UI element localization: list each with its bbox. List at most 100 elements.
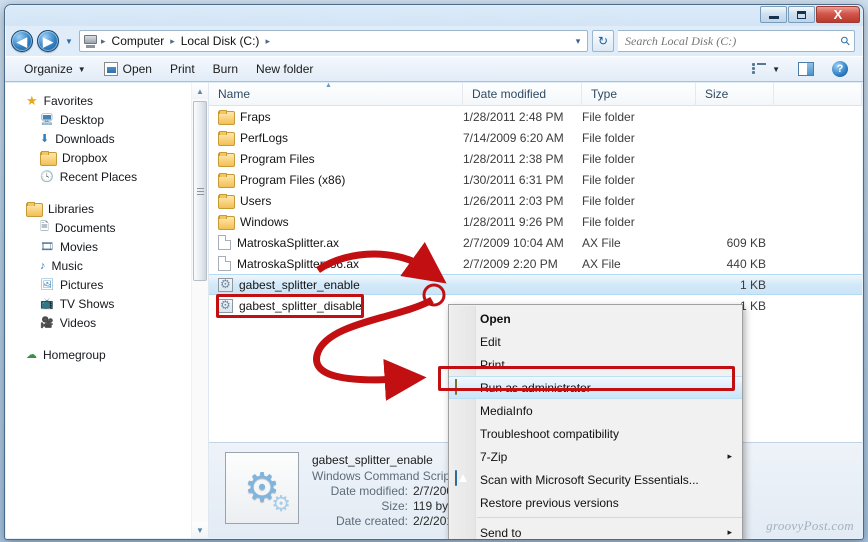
context-menu-label: Run as administrator bbox=[480, 380, 591, 395]
shield-icon bbox=[455, 379, 471, 396]
scroll-up-button[interactable]: ▲ bbox=[192, 83, 208, 99]
cell-name[interactable]: Program Files bbox=[209, 152, 463, 167]
context-menu-label: Open bbox=[480, 311, 511, 326]
context-menu-item-edit[interactable]: Edit bbox=[449, 330, 742, 353]
organize-button[interactable]: Organize ▼ bbox=[15, 58, 95, 80]
burn-button[interactable]: Burn bbox=[204, 58, 247, 80]
table-row[interactable]: PerfLogs 7/14/2009 6:20 AM File folder bbox=[209, 127, 862, 148]
help-button[interactable]: ? bbox=[823, 58, 857, 80]
context-menu-item-restore-previous-versions[interactable]: Restore previous versions bbox=[449, 491, 742, 514]
minimize-button[interactable] bbox=[760, 6, 787, 23]
sidebar-group-libraries[interactable]: Libraries bbox=[6, 199, 191, 218]
new-folder-button[interactable]: New folder bbox=[247, 58, 322, 80]
context-menu-item-open[interactable]: Open bbox=[449, 307, 742, 330]
open-button[interactable]: Open bbox=[95, 58, 161, 80]
sidebar-item-recent-places[interactable]: 🕓 Recent Places bbox=[6, 167, 191, 186]
column-header-date-modified[interactable]: Date modified bbox=[463, 82, 582, 106]
cell-name[interactable]: Users bbox=[209, 193, 463, 209]
view-mode-icon bbox=[752, 62, 767, 76]
sidebar-item-movies[interactable]: 🎞 Movies bbox=[6, 237, 191, 256]
context-menu-item-mediainfo[interactable]: MediaInfo bbox=[449, 399, 742, 422]
print-button[interactable]: Print bbox=[161, 58, 204, 80]
context-menu-item-scan-with-microsoft-security-essentials[interactable]: Scan with Microsoft Security Essentials.… bbox=[449, 468, 742, 491]
back-button[interactable]: ◀ bbox=[11, 30, 33, 52]
column-header-type[interactable]: Type bbox=[582, 82, 696, 106]
cell-name[interactable]: MatroskaSplitter.ax bbox=[209, 235, 463, 250]
scroll-thumb[interactable] bbox=[193, 101, 207, 281]
forward-button[interactable]: ▶ bbox=[37, 30, 59, 52]
cell-name[interactable]: Windows bbox=[209, 215, 463, 230]
cell-name[interactable]: gabest_splitter_enable bbox=[209, 277, 463, 292]
navigation-list: ★ Favorites 🖥 Desktop ⬇ Downloads Dropbo… bbox=[6, 83, 191, 538]
breadcrumb-item-computer[interactable]: Computer bbox=[109, 33, 168, 49]
file-name: Users bbox=[240, 193, 272, 208]
cell-name[interactable]: MatroskaSplitterx86.ax bbox=[209, 256, 463, 271]
refresh-button[interactable]: ↻ bbox=[592, 30, 614, 52]
cell-date-modified: 2/7/2009 10:04 AM bbox=[463, 235, 564, 250]
scroll-down-button[interactable]: ▼ bbox=[192, 522, 208, 538]
breadcrumb-item-local-disk[interactable]: Local Disk (C:) bbox=[178, 33, 263, 49]
cell-name[interactable]: gabest_splitter_disable bbox=[209, 298, 463, 313]
table-row[interactable]: Users 1/26/2011 2:03 PM File folder bbox=[209, 190, 862, 211]
chevron-down-icon: ▼ bbox=[77, 64, 86, 74]
scroll-track[interactable] bbox=[192, 99, 208, 522]
breadcrumb-separator: ▸ bbox=[265, 35, 270, 46]
file-name: Fraps bbox=[240, 109, 271, 124]
preview-pane-icon bbox=[798, 62, 814, 76]
cell-name[interactable]: PerfLogs bbox=[209, 131, 463, 146]
table-row[interactable]: Program Files 1/28/2011 2:38 PM File folde… bbox=[209, 148, 862, 169]
table-row[interactable]: MatroskaSplitterx86.ax 2/7/2009 2:20 PM AX… bbox=[209, 253, 862, 274]
table-row[interactable]: Fraps 1/28/2011 2:48 PM File folder bbox=[209, 106, 862, 127]
breadcrumb[interactable]: ▸ Computer ▸ Local Disk (C:) ▸ ▾ bbox=[79, 30, 588, 52]
cell-name[interactable]: Program Files (x86) bbox=[209, 173, 463, 188]
table-row[interactable]: gabest_splitter_enable 1 KB bbox=[209, 274, 862, 295]
context-menu-item-7-zip[interactable]: 7-Zip ▸ bbox=[449, 445, 742, 468]
close-button[interactable]: X bbox=[816, 6, 860, 23]
search-box[interactable]: ⚲ bbox=[618, 30, 855, 52]
chevron-right-icon: ▸ bbox=[727, 451, 732, 461]
context-menu-item-send-to[interactable]: Send to ▸ bbox=[449, 521, 742, 540]
context-menu-item-troubleshoot-compatibility[interactable]: Troubleshoot compatibility bbox=[449, 422, 742, 445]
sidebar-group-homegroup[interactable]: ☁ Homegroup bbox=[6, 345, 191, 364]
window-controls: X bbox=[760, 6, 860, 23]
context-menu-label: Troubleshoot compatibility bbox=[480, 426, 619, 441]
column-header-name[interactable]: Name ▲ bbox=[209, 81, 463, 106]
change-view-button[interactable]: ▼ bbox=[743, 58, 789, 80]
sidebar-item-desktop[interactable]: 🖥 Desktop bbox=[6, 110, 191, 129]
sidebar-item-videos[interactable]: 🎥 Videos bbox=[6, 313, 191, 332]
cell-type: AX File bbox=[582, 235, 621, 250]
sidebar-item-tv-shows[interactable]: 📺 TV Shows bbox=[6, 294, 191, 313]
sidebar-group-favorites[interactable]: ★ Favorites bbox=[6, 91, 191, 110]
navigation-scrollbar[interactable]: ▲ ▼ bbox=[191, 83, 208, 538]
column-header-filler bbox=[774, 82, 862, 106]
sidebar-item-pictures[interactable]: 🖼 Pictures bbox=[6, 275, 191, 294]
minimize-icon bbox=[768, 15, 779, 19]
folder-icon bbox=[218, 131, 235, 146]
sidebar-item-documents[interactable]: 🗎 Documents bbox=[6, 218, 191, 237]
table-row[interactable]: Program Files (x86) 1/30/2011 6:31 PM File… bbox=[209, 169, 862, 190]
table-row[interactable]: MatroskaSplitter.ax 2/7/2009 10:04 AM AX F… bbox=[209, 232, 862, 253]
preview-pane-button[interactable] bbox=[789, 58, 823, 80]
sort-ascending-icon: ▲ bbox=[325, 81, 332, 89]
sidebar-item-music[interactable]: ♪ Music bbox=[6, 256, 191, 275]
star-icon: ★ bbox=[26, 92, 38, 108]
cell-name[interactable]: Fraps bbox=[209, 109, 463, 125]
table-row[interactable]: Windows 1/28/2011 9:26 PM File folder bbox=[209, 211, 862, 232]
sidebar-item-downloads[interactable]: ⬇ Downloads bbox=[6, 129, 191, 148]
cell-date-modified: 1/28/2011 9:26 PM bbox=[463, 214, 564, 229]
search-input[interactable] bbox=[625, 33, 842, 49]
context-menu-item-run-as-administrator[interactable]: Run as administrator bbox=[449, 376, 742, 399]
column-header-size[interactable]: Size bbox=[696, 82, 774, 106]
context-menu-item-print[interactable]: Print bbox=[449, 353, 742, 376]
script-icon bbox=[218, 298, 233, 313]
sidebar-item-label: Pictures bbox=[59, 277, 104, 292]
maximize-button[interactable] bbox=[788, 6, 815, 23]
history-dropdown-icon[interactable]: ▼ bbox=[63, 37, 75, 46]
context-menu-label: Scan with Microsoft Security Essentials.… bbox=[480, 472, 699, 487]
sidebar-item-label: Movies bbox=[59, 239, 98, 254]
cell-date-modified: 1/28/2011 2:48 PM bbox=[463, 109, 564, 124]
address-dropdown-icon[interactable]: ▾ bbox=[571, 36, 585, 47]
title-bar: X bbox=[5, 5, 863, 26]
sidebar-item-dropbox[interactable]: Dropbox bbox=[6, 148, 191, 167]
file-name: MatroskaSplitterx86.ax bbox=[237, 256, 360, 271]
